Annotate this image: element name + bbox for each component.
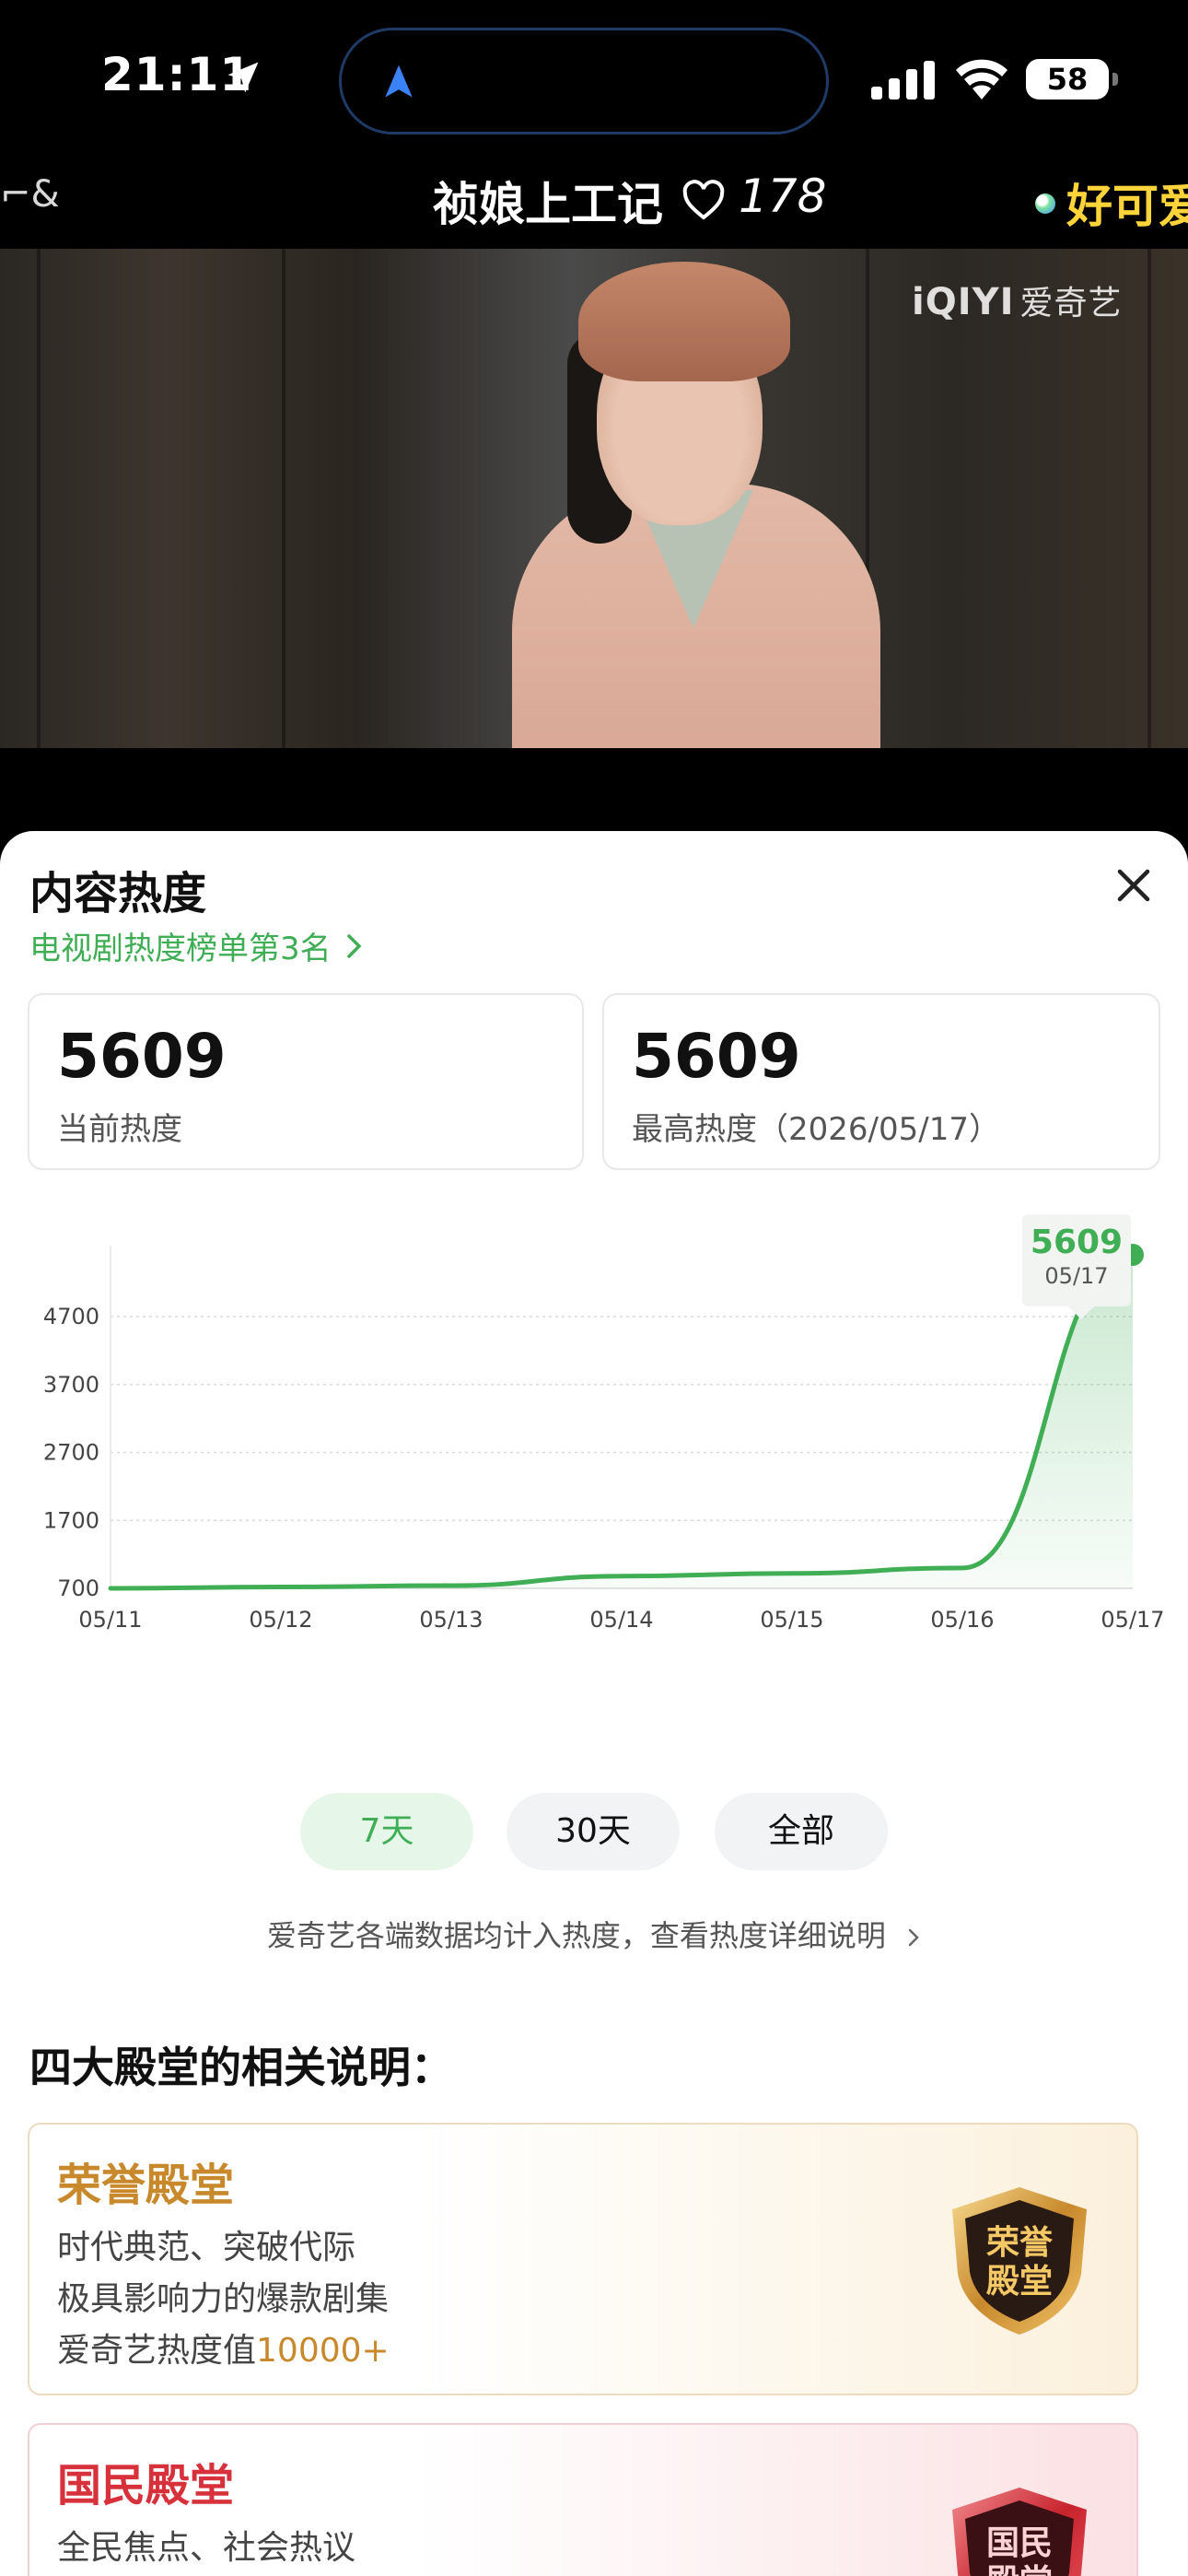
video-title[interactable]: 祯娘上工记 <box>433 168 663 234</box>
watermark-cn: 爱奇艺 <box>1019 285 1123 322</box>
danmaku-text: 好可爱 <box>1066 180 1188 233</box>
x-tick-label: 05/11 <box>78 1607 142 1633</box>
tab-30-days[interactable]: 30天 <box>507 1793 680 1870</box>
honor-badge-text-2: 殿堂 <box>986 2263 1053 2301</box>
honor-badge-text-1: 荣誉 <box>986 2224 1054 2262</box>
current-heat-label: 当前热度 <box>57 1111 182 1148</box>
location-arrow-icon <box>227 62 259 93</box>
peak-heat-card: 5609 最高热度（2026/05/17） <box>602 993 1160 1170</box>
x-tick-label: 05/16 <box>930 1607 994 1633</box>
heat-chart-svg: 700 1700 2700 3700 4700 05/11 05/12 05/13 05/14 0… <box>43 1244 1165 1633</box>
panel-title: 内容热度 <box>29 868 207 919</box>
honor-hall-name: 荣誉殿堂 <box>57 2160 235 2211</box>
heat-point[interactable] <box>960 1565 965 1571</box>
wifi-icon <box>956 59 1007 100</box>
peak-heat-value: 5609 <box>632 1021 801 1092</box>
national-hall-line-1: 全民焦点、社会热议 <box>57 2529 356 2567</box>
danmaku-dot-icon <box>1035 193 1055 214</box>
cellular-signal-icon <box>871 61 935 100</box>
y-tick-label: 4700 <box>43 1304 99 1329</box>
like-count: 178 <box>739 170 827 223</box>
close-icon[interactable] <box>1111 862 1157 908</box>
background-door <box>37 249 285 748</box>
heat-chart[interactable]: 700 1700 2700 3700 4700 05/11 05/12 05/13 05/14 0… <box>0 1190 1188 1651</box>
honor-hall-threshold: 10000+ <box>256 2332 390 2370</box>
range-tabs: 7天 30天 全部 <box>0 1793 1188 1870</box>
tab-7-days[interactable]: 7天 <box>300 1793 473 1870</box>
y-tick-label: 3700 <box>43 1372 99 1398</box>
x-tick-label: 05/17 <box>1101 1607 1164 1633</box>
battery-indicator: 58 <box>1026 59 1118 100</box>
peak-heat-label: 最高热度（2026/05/17） <box>632 1111 1000 1148</box>
dynamic-island[interactable] <box>339 28 829 135</box>
heat-point[interactable] <box>789 1571 795 1576</box>
x-tick-label: 05/13 <box>419 1607 483 1633</box>
honor-hall-line-3-prefix: 爱奇艺热度值 <box>57 2332 257 2370</box>
chevron-right-icon <box>908 1928 919 1947</box>
heat-note-text: 爱奇艺各端数据均计入热度，查看热度详细说明 <box>266 1918 886 1953</box>
honor-hall-line-1: 时代典范、突破代际 <box>57 2229 356 2266</box>
watermark-logo: iQIYI <box>912 281 1015 323</box>
chevron-right-icon <box>346 933 362 958</box>
content-heat-panel: 内容热度 电视剧热度榜单第3名 5609 当前热度 5609 最高热度（2026… <box>0 831 1188 2576</box>
tooltip-value: 5609 <box>1030 1224 1124 1261</box>
heat-note-link[interactable]: 爱奇艺各端数据均计入热度，查看热度详细说明 <box>0 1913 1188 1955</box>
danmaku-fragment: ⌐& <box>0 173 60 216</box>
heat-area <box>111 1255 1133 1588</box>
video-title-row: ⌐& 祯娘上工记 178 好可爱 <box>0 157 1188 249</box>
x-tick-label: 05/15 <box>760 1607 823 1633</box>
honor-hall-badge-icon: 荣誉 殿堂 <box>952 2187 1087 2335</box>
heat-point[interactable] <box>448 1583 454 1588</box>
honor-hall-line-2: 极具影响力的爆款剧集 <box>57 2280 390 2318</box>
heat-line <box>108 1252 1136 1591</box>
chart-tooltip: 5609 05/17 <box>1022 1214 1131 1319</box>
y-tick-label: 1700 <box>43 1507 99 1533</box>
y-tick-label: 2700 <box>43 1440 99 1466</box>
current-heat-value: 5609 <box>57 1021 227 1092</box>
rank-link-label: 电视剧热度榜单第3名 <box>29 931 332 967</box>
national-badge-text-2: 殿堂 <box>986 2563 1053 2576</box>
x-tick-label: 05/12 <box>249 1607 312 1633</box>
rank-link[interactable]: 电视剧热度榜单第3名 <box>29 923 365 968</box>
actress-headscarf <box>578 262 790 381</box>
current-heat-card: 5609 当前热度 <box>28 993 584 1170</box>
national-hall-name: 国民殿堂 <box>57 2460 235 2512</box>
heat-point[interactable] <box>278 1585 284 1590</box>
y-tick-label: 700 <box>57 1575 99 1601</box>
status-bar: 21:11 58 <box>0 0 1188 157</box>
heat-point[interactable] <box>619 1574 624 1579</box>
national-badge-text-1: 国民 <box>986 2524 1053 2562</box>
national-hall-badge-icon: 国民 殿堂 <box>952 2488 1087 2576</box>
x-tick-label: 05/14 <box>589 1607 653 1633</box>
heart-icon[interactable] <box>681 179 726 221</box>
tab-all[interactable]: 全部 <box>715 1793 888 1870</box>
honor-hall-card[interactable]: 荣誉殿堂 时代典范、突破代际 极具影响力的爆款剧集 爱奇艺热度值10000+ 荣… <box>28 2123 1138 2395</box>
iqiyi-watermark: iQIYI 爱奇艺 <box>912 276 1122 324</box>
heat-point[interactable] <box>108 1586 113 1591</box>
honor-hall-line-3: 爱奇艺热度值10000+ <box>57 2324 390 2371</box>
video-player[interactable]: iQIYI 爱奇艺 <box>0 249 1188 748</box>
navigation-arrow-icon <box>385 64 413 98</box>
tooltip-date: 05/17 <box>1044 1263 1109 1289</box>
halls-heading: 四大殿堂的相关说明： <box>29 2043 453 2092</box>
national-hall-card[interactable]: 国民殿堂 全民焦点、社会热议 国民 殿堂 <box>28 2423 1138 2576</box>
